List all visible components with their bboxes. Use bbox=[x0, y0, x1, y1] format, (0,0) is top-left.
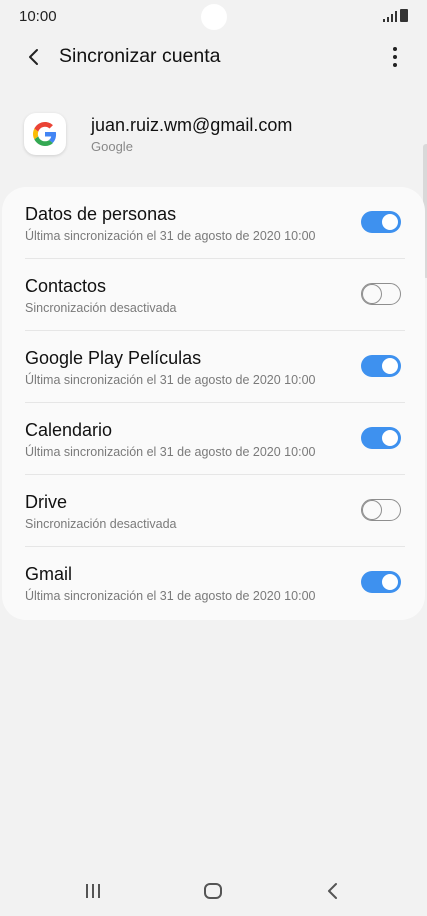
account-provider: Google bbox=[91, 139, 133, 154]
sync-item-calendario[interactable]: Calendario Última sincronización el 31 d… bbox=[2, 403, 425, 475]
more-options-button[interactable] bbox=[385, 43, 405, 71]
toggle-knob bbox=[380, 356, 400, 376]
toggle-knob bbox=[380, 212, 400, 232]
camera-cutout bbox=[201, 4, 227, 30]
page-title: Sincronizar cuenta bbox=[59, 45, 221, 67]
sync-item-contactos[interactable]: Contactos Sincronización desactivada bbox=[2, 259, 425, 331]
account-email: juan.ruiz.wm@gmail.com bbox=[91, 115, 293, 135]
recents-button[interactable] bbox=[73, 876, 113, 906]
sync-item-status: Última sincronización el 31 de agosto de… bbox=[25, 373, 316, 387]
more-vert-icon bbox=[393, 47, 397, 51]
toggle-knob bbox=[380, 428, 400, 448]
sync-toggle[interactable] bbox=[361, 499, 401, 521]
account-header: juan.ruiz.wm@gmail.com Google bbox=[0, 108, 427, 164]
navigation-bar bbox=[0, 866, 427, 916]
home-button[interactable] bbox=[193, 876, 233, 906]
nav-back-button[interactable] bbox=[313, 876, 353, 906]
sync-item-name: Contactos bbox=[25, 276, 107, 296]
google-logo-icon bbox=[24, 113, 66, 155]
status-bar: 10:00 bbox=[0, 0, 427, 34]
sync-item-name: Datos de personas bbox=[25, 204, 177, 224]
sync-item-name: Drive bbox=[25, 492, 68, 512]
sync-item-gmail[interactable]: Gmail Última sincronización el 31 de ago… bbox=[2, 547, 425, 619]
sync-list: Datos de personas Última sincronización … bbox=[2, 187, 425, 620]
sync-item-name: Gmail bbox=[25, 564, 73, 584]
sync-toggle[interactable] bbox=[361, 427, 401, 449]
sync-item-drive[interactable]: Drive Sincronización desactivada bbox=[2, 475, 425, 547]
sync-item-status: Última sincronización el 31 de agosto de… bbox=[25, 589, 316, 603]
sync-item-status: Sincronización desactivada bbox=[25, 301, 177, 315]
status-time: 10:00 bbox=[19, 8, 57, 25]
sync-item-google-play-peliculas[interactable]: Google Play Películas Última sincronizac… bbox=[2, 331, 425, 403]
sync-item-status: Última sincronización el 31 de agosto de… bbox=[25, 445, 316, 459]
nav-back-icon bbox=[328, 883, 337, 899]
more-vert-icon-dot bbox=[393, 63, 397, 67]
sync-toggle[interactable] bbox=[361, 571, 401, 593]
toggle-knob bbox=[362, 283, 382, 304]
home-icon bbox=[204, 883, 222, 899]
back-button[interactable] bbox=[20, 43, 48, 71]
app-bar: Sincronizar cuenta bbox=[0, 34, 427, 80]
signal-icon bbox=[383, 11, 397, 22]
toggle-knob bbox=[380, 572, 400, 592]
sync-item-name: Google Play Películas bbox=[25, 348, 202, 368]
sync-toggle[interactable] bbox=[361, 355, 401, 377]
sync-item-datos-de-personas[interactable]: Datos de personas Última sincronización … bbox=[2, 187, 425, 259]
battery-icon bbox=[400, 9, 408, 22]
recents-icon bbox=[86, 884, 100, 898]
sync-toggle[interactable] bbox=[361, 211, 401, 233]
sync-item-status: Última sincronización el 31 de agosto de… bbox=[25, 229, 316, 243]
back-arrow-icon bbox=[29, 49, 38, 65]
more-vert-icon-dot bbox=[393, 55, 397, 59]
sync-item-name: Calendario bbox=[25, 420, 113, 440]
sync-toggle[interactable] bbox=[361, 283, 401, 305]
toggle-knob bbox=[362, 499, 382, 520]
sync-item-status: Sincronización desactivada bbox=[25, 517, 177, 531]
